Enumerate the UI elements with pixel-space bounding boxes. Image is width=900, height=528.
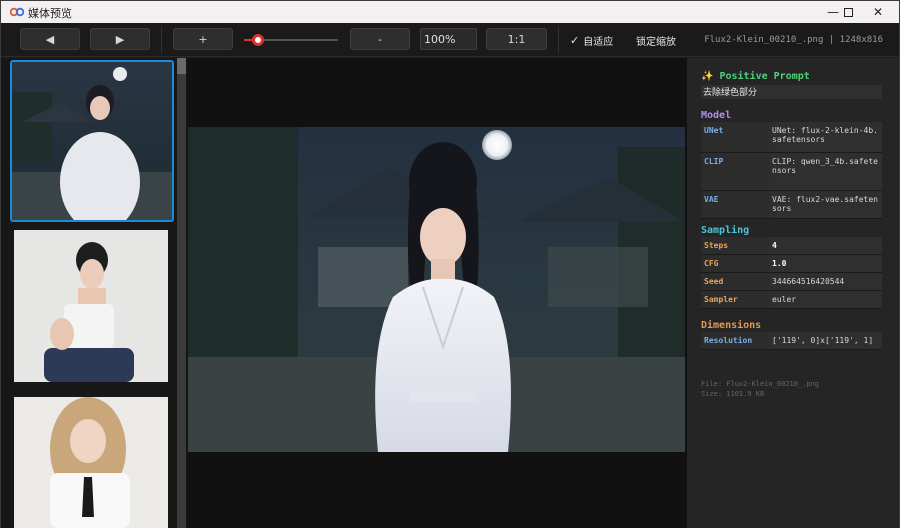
sampling-key: Steps bbox=[701, 237, 769, 255]
lock-zoom-checkbox bbox=[624, 37, 632, 45]
thumbnail-moonlit-hanfu-portrait[interactable] bbox=[10, 60, 174, 222]
thumbnail-blonde-school-uniform-portrait[interactable] bbox=[14, 397, 168, 528]
sampling-heading: Sampling bbox=[701, 225, 750, 236]
lock-zoom-label: 锁定缩放 bbox=[636, 37, 676, 48]
toolbar: ◀ ▶ + - 100% 1:1 ✓ 自适应 锁定缩放 Flux2-Klein_… bbox=[1, 23, 899, 57]
sampling-value: euler bbox=[769, 290, 882, 309]
sampling-table: Steps 4 CFG 1.0 Seed 344664516420544 Sam… bbox=[701, 237, 882, 309]
main-preview-image bbox=[188, 127, 685, 452]
sampling-value: 344664516420544 bbox=[769, 272, 882, 291]
model-table: UNet UNet: flux-2-klein-4b.safetensors C… bbox=[701, 122, 882, 219]
sampling-key: Sampler bbox=[701, 290, 769, 309]
window-title: 媒体预览 bbox=[28, 7, 72, 20]
actual-size-button[interactable]: 1:1 bbox=[486, 28, 547, 50]
toolbar-separator bbox=[161, 27, 162, 53]
table-row: Steps 4 bbox=[701, 237, 882, 255]
checkmark-icon: ✓ bbox=[570, 34, 580, 47]
model-value: VAE: flux2-vae.safetensors bbox=[769, 190, 882, 219]
sampling-key: CFG bbox=[701, 254, 769, 273]
thumbnail-white-top-seated-portrait[interactable] bbox=[14, 230, 168, 382]
table-row: VAE VAE: flux2-vae.safetensors bbox=[701, 190, 882, 219]
close-button[interactable]: ✕ bbox=[856, 1, 900, 23]
dimension-key: Resolution bbox=[701, 332, 769, 350]
zoom-level-field[interactable]: 100% bbox=[420, 28, 477, 50]
sampling-key: Seed bbox=[701, 272, 769, 291]
model-key: VAE bbox=[701, 190, 769, 219]
title-bar[interactable]: 媒体预览 — ✕ bbox=[1, 1, 899, 23]
dimension-value: ['119', 0]x['119', 1] bbox=[769, 332, 882, 350]
thumbnail-strip[interactable] bbox=[1, 58, 187, 528]
table-row: CFG 1.0 bbox=[701, 254, 882, 273]
dimensions-table: Resolution ['119', 0]x['119', 1] bbox=[701, 332, 882, 350]
maximize-icon bbox=[843, 7, 853, 17]
model-heading: Model bbox=[701, 110, 732, 121]
zoom-out-button[interactable]: - bbox=[350, 28, 410, 50]
thumbnail-scrollbar-thumb[interactable] bbox=[177, 58, 186, 74]
zoom-slider-thumb[interactable] bbox=[252, 34, 265, 46]
prompt-text[interactable]: 去除绿色部分 bbox=[701, 85, 882, 99]
sampling-value: 1.0 bbox=[769, 254, 882, 273]
white-top-thumbnail-image bbox=[14, 230, 168, 382]
fit-toggle[interactable]: ✓ 自适应 bbox=[570, 33, 613, 48]
footer-file-name: File: Flux2-Klein_00210_.png bbox=[701, 380, 820, 388]
thumbnail-scrollbar-track[interactable] bbox=[177, 58, 186, 528]
app-logo-icon bbox=[10, 7, 24, 17]
model-key: CLIP bbox=[701, 152, 769, 191]
file-footer: File: Flux2-Klein_00210_.png Size: 1101.… bbox=[701, 379, 819, 399]
table-row: Seed 344664516420544 bbox=[701, 272, 882, 291]
prompt-heading: ✨ Positive Prompt bbox=[701, 71, 810, 82]
next-button[interactable]: ▶ bbox=[90, 28, 150, 50]
footer-file-size: Size: 1101.9 KB bbox=[701, 390, 765, 398]
metadata-panel: ✨ Positive Prompt 去除绿色部分 Model UNet UNet… bbox=[687, 58, 899, 528]
sampling-value: 4 bbox=[769, 237, 882, 255]
fit-label: 自适应 bbox=[583, 37, 614, 48]
close-icon: ✕ bbox=[872, 5, 884, 19]
previous-button[interactable]: ◀ bbox=[20, 28, 80, 50]
image-viewer[interactable] bbox=[187, 58, 687, 528]
model-value: UNet: flux-2-klein-4b.safetensors bbox=[769, 122, 882, 153]
moonlit-hanfu-thumbnail-image bbox=[12, 62, 172, 220]
table-row: Resolution ['119', 0]x['119', 1] bbox=[701, 332, 882, 350]
table-row: UNet UNet: flux-2-klein-4b.safetensors bbox=[701, 122, 882, 153]
blonde-uniform-thumbnail-image bbox=[14, 397, 168, 528]
table-row: CLIP CLIP: qwen_3_4b.safetensors bbox=[701, 152, 882, 191]
file-info-label: Flux2-Klein_00210_.png | 1248x816 bbox=[704, 35, 883, 45]
model-key: UNet bbox=[701, 122, 769, 153]
toolbar-separator bbox=[558, 27, 559, 53]
model-value: CLIP: qwen_3_4b.safetensors bbox=[769, 152, 882, 191]
lock-zoom-toggle[interactable]: 锁定缩放 bbox=[624, 33, 676, 48]
media-preview-window: 媒体预览 — ✕ ◀ ▶ + - 100% 1:1 ✓ 自适应 锁定缩放 Flu… bbox=[0, 0, 900, 528]
dimensions-heading: Dimensions bbox=[701, 320, 762, 331]
table-row: Sampler euler bbox=[701, 290, 882, 309]
zoom-in-button[interactable]: + bbox=[173, 28, 233, 50]
